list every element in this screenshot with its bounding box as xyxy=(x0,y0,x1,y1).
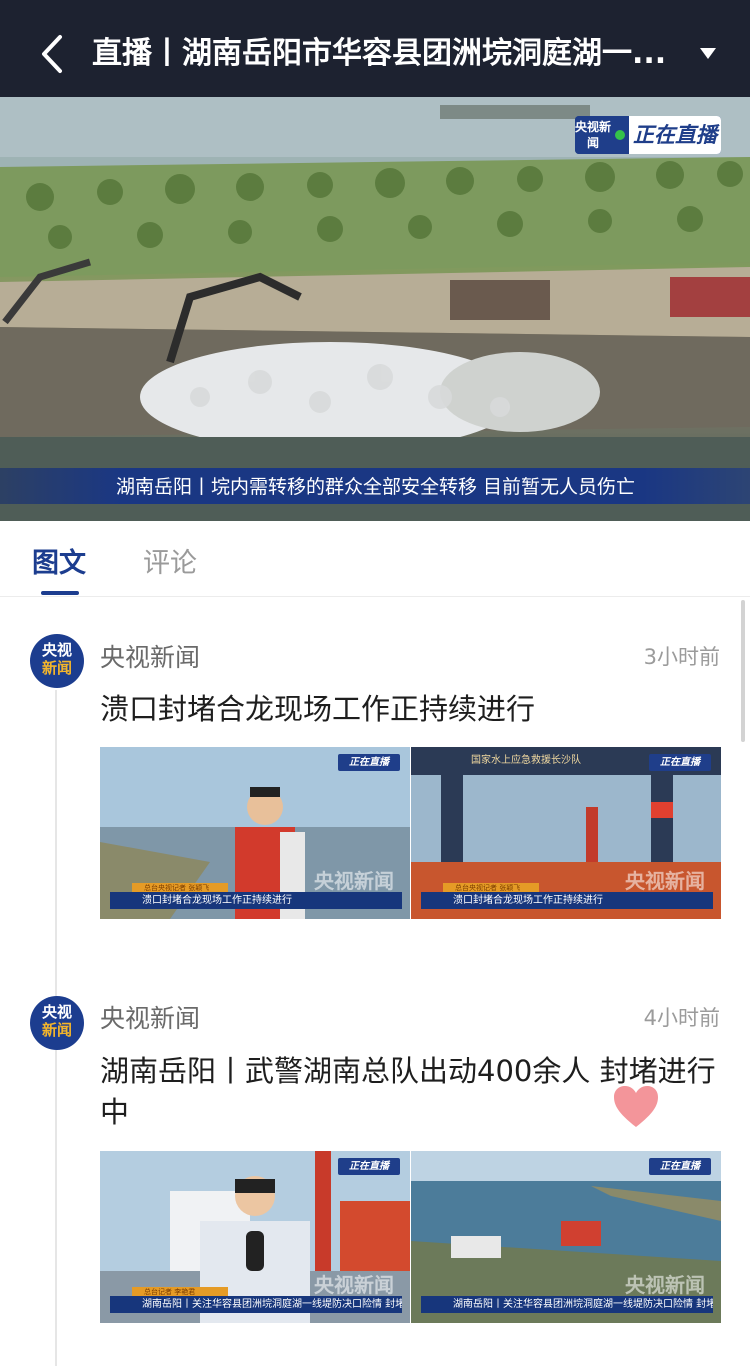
watermark: 央视新闻 xyxy=(625,1273,705,1297)
video-caption: 湖南岳阳丨垸内需转移的群众全部安全转移 目前暂无人员伤亡 xyxy=(116,476,636,498)
tab-bar: 图文 评论 xyxy=(0,521,750,597)
post-image[interactable]: 正在直播 央视新闻 总台记者 李艳君 湖南岳阳丨关注华容县团洲垸洞庭湖一线堤防决… xyxy=(100,1151,410,1323)
top-bar: 直播丨湖南岳阳市华容县团洲垸洞庭湖一... xyxy=(0,0,750,97)
post-image[interactable]: 国家水上应急救援长沙队 正在直播 央视新闻 总台央视记者 张颖飞 溃口封堵合龙现… xyxy=(411,747,721,919)
lower-third: 溃口封堵合龙现场工作正持续进行 xyxy=(110,892,402,909)
lower-third: 湖南岳阳丨关注华容县团洲垸洞庭湖一线堤防决口险情 封堵进行中 xyxy=(421,1296,713,1313)
mini-live-logo: 正在直播 xyxy=(338,754,400,771)
video-frame-scene xyxy=(0,97,750,521)
live-logo: 央视新闻 正在直播 xyxy=(575,116,721,154)
post-source[interactable]: 央视新闻 xyxy=(100,999,200,1035)
cctv-logo-text: 央视新闻 xyxy=(575,116,611,154)
tab-text-images[interactable]: 图文 xyxy=(32,541,86,580)
ship-banner: 国家水上应急救援长沙队 xyxy=(471,755,581,766)
avatar-text-top: 央视 xyxy=(41,641,72,659)
avatar[interactable]: 央视 新闻 xyxy=(30,634,84,688)
avatar[interactable]: 央视 新闻 xyxy=(30,996,84,1050)
chevron-left-icon[interactable] xyxy=(36,34,68,74)
mini-live-logo: 正在直播 xyxy=(649,754,711,771)
post-time: 4小时前 xyxy=(643,1006,720,1030)
live-label: 正在直播 xyxy=(629,116,721,154)
triangle-down-icon[interactable] xyxy=(697,44,719,62)
heart-icon[interactable] xyxy=(613,1085,659,1129)
lower-third: 溃口封堵合龙现场工作正持续进行 xyxy=(421,892,713,909)
live-dot-icon xyxy=(615,130,625,140)
post-headline[interactable]: 溃口封堵合龙现场工作正持续进行 xyxy=(100,689,722,730)
tab-comments[interactable]: 评论 xyxy=(143,541,197,580)
post-image[interactable]: 正在直播 央视新闻 湖南岳阳丨关注华容县团洲垸洞庭湖一线堤防决口险情 封堵进行中 xyxy=(411,1151,721,1323)
mini-live-logo: 正在直播 xyxy=(649,1158,711,1175)
active-tab-indicator xyxy=(41,591,79,595)
live-video-player[interactable]: 央视新闻 正在直播 湖南岳阳丨垸内需转移的群众全部安全转移 目前暂无人员伤亡 xyxy=(0,97,750,521)
scrollbar[interactable] xyxy=(741,600,745,742)
avatar-text-bottom: 新闻 xyxy=(41,1021,72,1039)
post-time: 3小时前 xyxy=(643,645,720,669)
post-image[interactable]: 正在直播 央视新闻 总台央视记者 张颖飞 溃口封堵合龙现场工作正持续进行 xyxy=(100,747,410,919)
watermark: 央视新闻 xyxy=(314,869,394,893)
watermark: 央视新闻 xyxy=(625,869,705,893)
avatar-text-top: 央视 xyxy=(41,1003,72,1021)
mini-live-logo: 正在直播 xyxy=(338,1158,400,1175)
lower-third: 湖南岳阳丨关注华容县团洲垸洞庭湖一线堤防决口险情 封堵进行中 xyxy=(110,1296,402,1313)
watermark: 央视新闻 xyxy=(314,1273,394,1297)
avatar-text-bottom: 新闻 xyxy=(41,659,72,677)
post-source[interactable]: 央视新闻 xyxy=(100,638,200,674)
page-title: 直播丨湖南岳阳市华容县团洲垸洞庭湖一... xyxy=(92,36,667,71)
